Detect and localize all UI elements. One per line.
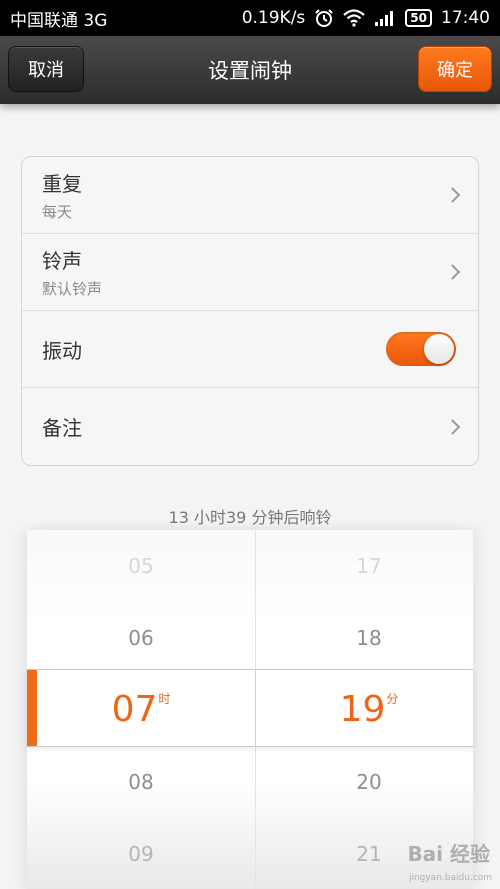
baidu-watermark-url: jingyan.baidu.com — [408, 873, 492, 883]
minute-option[interactable]: 18 — [255, 626, 483, 650]
alarm-countdown-text: 13 小时39 分钟后响铃 — [168, 508, 332, 527]
time-picker[interactable]: 05 17 06 18 07 时 19 分 08 20 09 21 — [27, 530, 473, 889]
ringtone-label: 铃声 — [42, 249, 82, 273]
vibrate-row: 振动 — [22, 311, 478, 388]
repeat-row[interactable]: 重复 每天 — [22, 157, 478, 234]
selected-hour-value: 07 — [111, 688, 158, 730]
hour-option[interactable]: 05 — [27, 554, 255, 578]
hour-option[interactable]: 09 — [27, 842, 255, 866]
minute-unit-label: 分 — [386, 692, 399, 706]
selected-minute[interactable]: 19 分 — [255, 670, 483, 748]
confirm-button[interactable]: 确定 — [418, 46, 492, 92]
clock-time: 17:40 — [441, 8, 490, 28]
vibrate-toggle[interactable] — [386, 332, 456, 366]
minute-option[interactable]: 17 — [255, 554, 483, 578]
selected-hour[interactable]: 07 时 — [27, 670, 255, 748]
minute-option[interactable]: 20 — [255, 770, 483, 794]
status-bar: 中国联通 3G 0.19K/s 50 17:40 — [0, 0, 500, 36]
ringtone-row[interactable]: 铃声 默认铃声 — [22, 234, 478, 311]
title-bar: 取消 设置闹钟 确定 — [0, 36, 500, 104]
toggle-knob — [424, 334, 454, 364]
selected-minute-value: 19 — [339, 688, 386, 730]
carrier-label: 中国联通 3G — [10, 10, 108, 31]
page-title: 设置闹钟 — [208, 59, 292, 83]
hour-option[interactable]: 08 — [27, 770, 255, 794]
network-speed: 0.19K/s — [241, 8, 306, 28]
ringtone-value: 默认铃声 — [42, 280, 103, 298]
alarm-clock-icon — [314, 8, 334, 28]
note-label: 备注 — [42, 416, 82, 440]
repeat-value: 每天 — [42, 203, 73, 221]
wifi-icon — [343, 9, 366, 27]
cancel-button[interactable]: 取消 — [8, 46, 84, 92]
repeat-label: 重复 — [42, 172, 82, 196]
picker-selection-band: 07 时 19 分 — [27, 669, 473, 747]
baidu-watermark: Bai 经验 — [407, 842, 490, 866]
hour-unit-label: 时 — [158, 692, 171, 706]
note-row[interactable]: 备注 — [22, 388, 478, 465]
signal-strength-icon — [374, 9, 396, 27]
battery-icon: 50 — [405, 9, 432, 27]
hour-option[interactable]: 06 — [27, 626, 255, 650]
alarm-settings-card: 重复 每天 铃声 默认铃声 振动 备注 — [21, 156, 479, 466]
